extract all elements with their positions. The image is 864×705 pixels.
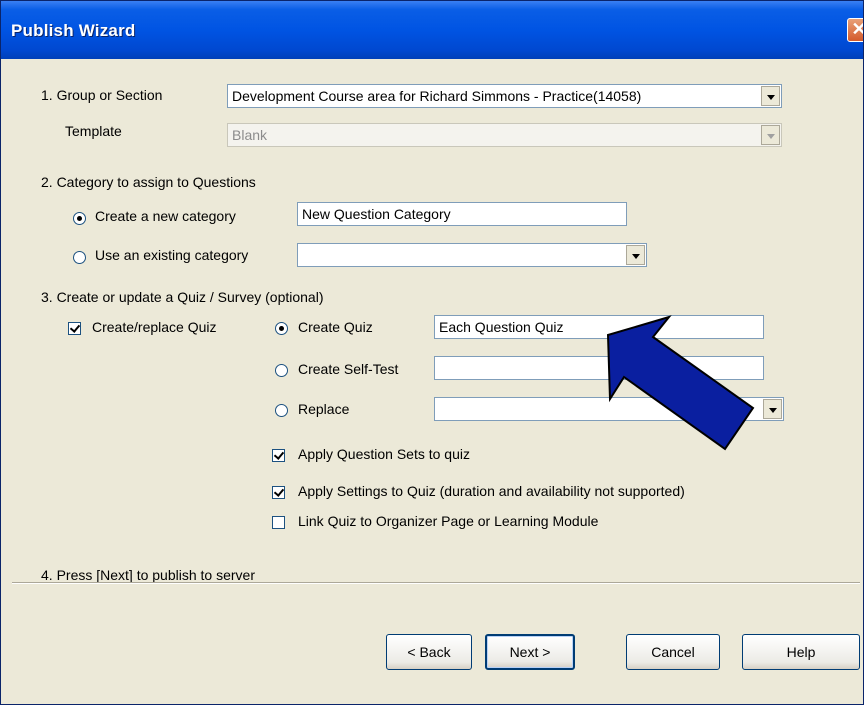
template-label: Template: [65, 123, 122, 139]
footer-separator: [12, 582, 860, 584]
apply-question-sets-label: Apply Question Sets to quiz: [298, 446, 470, 462]
group-section-dropdown[interactable]: Development Course area for Richard Simm…: [227, 84, 782, 108]
window-title: Publish Wizard: [11, 21, 136, 40]
create-selftest-radio[interactable]: [275, 364, 288, 377]
section2-label: 2. Category to assign to Questions: [41, 174, 256, 190]
link-quiz-checkbox[interactable]: [272, 516, 285, 529]
section4-label: 4. Press [Next] to publish to server: [41, 567, 255, 583]
create-selftest-input[interactable]: [434, 356, 764, 380]
existing-category-dropdown[interactable]: [297, 243, 647, 267]
existing-category-label: Use an existing category: [95, 247, 249, 263]
title-bar[interactable]: Publish Wizard ✕: [1, 1, 863, 59]
existing-category-radio[interactable]: [73, 251, 86, 264]
publish-wizard-window: Publish Wizard ✕ 1. Group or Section Dev…: [0, 0, 864, 705]
new-category-input[interactable]: New Question Category: [297, 202, 627, 226]
chevron-down-icon[interactable]: [626, 245, 645, 265]
template-value: Blank: [232, 127, 268, 143]
next-button[interactable]: Next >: [485, 634, 575, 670]
section3-label: 3. Create or update a Quiz / Survey (opt…: [41, 289, 324, 305]
apply-settings-label: Apply Settings to Quiz (duration and ava…: [298, 483, 685, 499]
close-icon[interactable]: ✕: [847, 18, 863, 42]
chevron-down-icon: [761, 125, 780, 145]
create-quiz-input[interactable]: Each Question Quiz: [434, 315, 764, 339]
replace-dropdown[interactable]: [434, 397, 784, 421]
section1-label: 1. Group or Section: [41, 87, 163, 103]
apply-settings-checkbox[interactable]: [272, 486, 285, 499]
group-section-value: Development Course area for Richard Simm…: [232, 88, 642, 104]
create-replace-quiz-checkbox[interactable]: [68, 322, 81, 335]
new-category-label: Create a new category: [95, 208, 236, 224]
create-quiz-label: Create Quiz: [298, 319, 373, 335]
replace-label: Replace: [298, 401, 350, 417]
create-replace-quiz-label: Create/replace Quiz: [92, 319, 217, 335]
link-quiz-label: Link Quiz to Organizer Page or Learning …: [298, 513, 599, 529]
cancel-button[interactable]: Cancel: [626, 634, 720, 670]
new-category-radio[interactable]: [73, 212, 86, 225]
template-dropdown: Blank: [227, 123, 782, 147]
create-selftest-label: Create Self-Test: [298, 361, 399, 377]
help-button[interactable]: Help: [742, 634, 860, 670]
chevron-down-icon[interactable]: [763, 399, 782, 419]
replace-radio[interactable]: [275, 404, 288, 417]
apply-question-sets-checkbox[interactable]: [272, 449, 285, 462]
back-button[interactable]: < Back: [386, 634, 472, 670]
create-quiz-radio[interactable]: [275, 322, 288, 335]
chevron-down-icon[interactable]: [761, 86, 780, 106]
